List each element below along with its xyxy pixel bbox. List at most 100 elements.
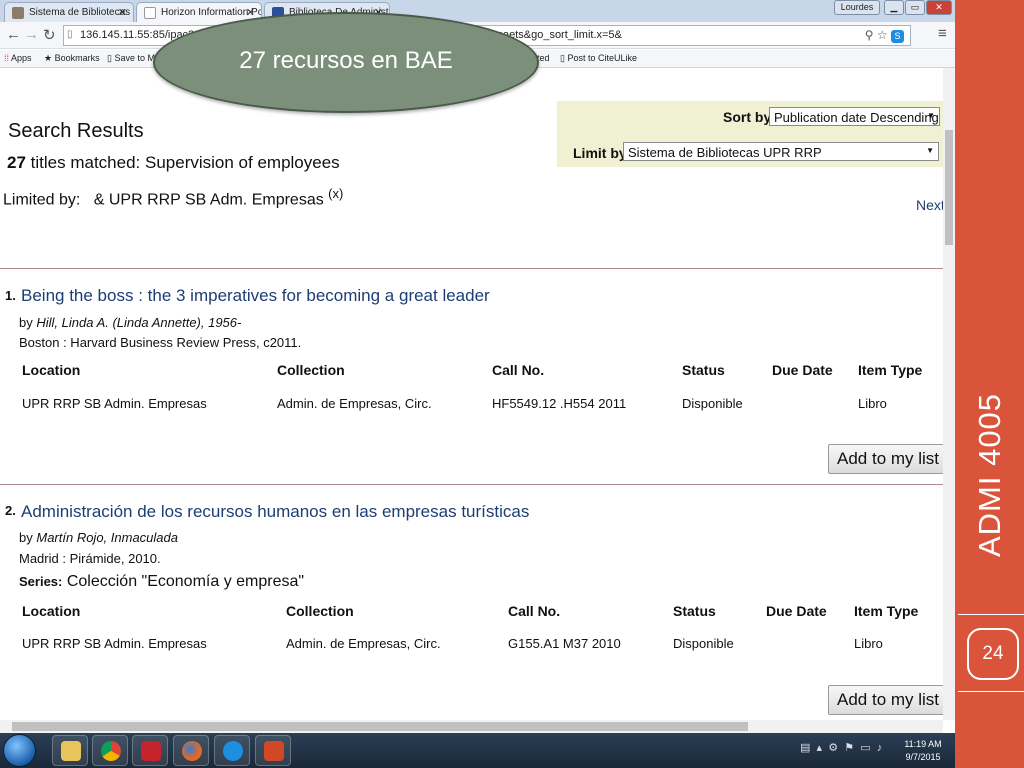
column-header-item-type: Item Type (858, 362, 923, 378)
bookmark-apps[interactable]: ⁞⁞ Apps (4, 53, 32, 63)
mendeley-icon (141, 741, 161, 761)
menu-icon[interactable]: ≡ (938, 25, 947, 42)
series-link[interactable]: Colección "Economía y empresa" (67, 573, 304, 590)
tab-strip: Sistema de Bibliotecas ✕ Horizon Informa… (0, 0, 955, 23)
reload-icon[interactable]: ↻ (43, 26, 56, 44)
skype-extension-icon[interactable]: S (891, 30, 904, 43)
maximize-button[interactable]: ▭ (905, 0, 925, 15)
taskbar-mendeley[interactable] (132, 735, 168, 766)
volume-icon[interactable]: ♪ (877, 742, 883, 754)
add-to-list-button[interactable]: Add to my list (828, 685, 949, 715)
profile-button[interactable]: Lourdes (834, 0, 880, 15)
taskbar-explorer[interactable] (52, 735, 88, 766)
windows-taskbar: ▤ ▴ ⚙ ⚑ ▭ ♪ 11:19 AM 9/7/2015 (0, 733, 955, 768)
sort-label: Sort by: (723, 109, 776, 125)
limited-by-value: & UPR RRP SB Adm. Empresas (93, 191, 324, 209)
matched-text: titles matched: (30, 153, 141, 172)
minimize-button[interactable]: ▁ (884, 0, 904, 15)
by-label: by (19, 315, 33, 330)
limit-select[interactable]: Sistema de Bibliotecas UPR RRP ▼ (623, 142, 939, 161)
profile-name: Lourdes (840, 2, 874, 12)
column-header-item-type: Item Type (854, 603, 919, 619)
cell-collection: Admin. de Empresas, Circ. (286, 636, 441, 651)
system-tray: ▤ ▴ ⚙ ⚑ ▭ ♪ (800, 741, 882, 754)
page-icon: ▯ (107, 53, 112, 63)
next-page-link[interactable]: Next (916, 197, 945, 213)
taskbar-skype[interactable] (214, 735, 250, 766)
bookmark-label: Apps (11, 53, 32, 63)
callout-text: 27 recursos en BAE (239, 46, 453, 74)
bookmark-bookmarks[interactable]: ★ Bookmarks (44, 53, 100, 64)
vertical-scroll-thumb[interactable] (945, 130, 953, 245)
result-divider (0, 268, 944, 269)
taskbar-clock[interactable]: 11:19 AM 9/7/2015 (898, 738, 948, 764)
column-header-status: Status (682, 362, 725, 378)
page-favicon-icon (12, 7, 24, 19)
column-header-location: Location (22, 362, 81, 378)
record-publisher: Boston : Harvard Business Review Press, … (19, 335, 302, 350)
bookmark-label: Post to CiteULike (567, 53, 637, 63)
close-window-button[interactable]: ✕ (926, 0, 952, 15)
record-author: by Hill, Linda A. (Linda Annette), 1956- (19, 315, 241, 330)
record-title-link[interactable]: Being the boss : the 3 imperatives for b… (21, 286, 490, 306)
display-icon[interactable]: ▭ (860, 742, 870, 754)
search-results-heading: Search Results (8, 120, 144, 142)
taskbar-firefox[interactable] (173, 735, 209, 766)
taskbar-powerpoint[interactable] (255, 735, 291, 766)
bookmark-citeulike[interactable]: ▯ Post to CiteULike (560, 53, 637, 64)
clock-date: 9/7/2015 (905, 752, 941, 762)
slide-title-text: ADMI 4005 (972, 392, 1008, 558)
result-divider (0, 484, 944, 485)
page-icon: ▯ (560, 53, 565, 63)
flag-icon[interactable]: ⚑ (844, 742, 854, 754)
horizontal-scroll-thumb[interactable] (12, 722, 748, 731)
series-label: Series: (19, 574, 63, 589)
column-header-call-no: Call No. (492, 362, 545, 378)
keyboard-icon[interactable]: ▤ (800, 742, 810, 754)
cell-item-type: Libro (858, 396, 887, 411)
apps-grid-icon: ⁞⁞ (4, 53, 10, 63)
record-publisher: Madrid : Pirámide, 2010. (19, 551, 161, 566)
dropdown-arrow-icon: ▼ (926, 146, 934, 155)
skype-icon (223, 741, 243, 761)
back-arrow-icon[interactable]: ← (6, 26, 21, 43)
match-count: 27 (7, 153, 26, 172)
tab-sistema-bibliotecas[interactable]: Sistema de Bibliotecas ✕ (4, 2, 134, 22)
bookmark-star-icon[interactable]: ☆ (877, 28, 888, 42)
column-header-due-date: Due Date (772, 362, 833, 378)
start-button-windows-icon[interactable] (3, 734, 36, 767)
column-header-status: Status (673, 603, 716, 619)
cell-location: UPR RRP SB Admin. Empresas (22, 636, 207, 651)
firefox-icon (182, 741, 202, 761)
tab-label: Sistema de Bibliotecas (29, 7, 131, 18)
author-link[interactable]: Hill, Linda A. (Linda Annette), 1956- (36, 315, 241, 330)
bookmark-save-to[interactable]: ▯ Save to M (107, 53, 155, 64)
cell-location: UPR RRP SB Admin. Empresas (22, 396, 207, 411)
dropdown-arrow-icon: ▼ (927, 111, 935, 120)
match-summary: 27 titles matched: Supervision of employ… (7, 153, 340, 173)
record-series: Series: Colección "Economía y empresa" (19, 573, 304, 591)
slide-number: 24 (967, 628, 1019, 680)
author-link[interactable]: Martín Rojo, Inmaculada (36, 530, 178, 545)
zoom-icon[interactable]: ⚲ (865, 28, 874, 42)
cell-item-type: Libro (854, 636, 883, 651)
record-title-link[interactable]: Administración de los recursos humanos e… (21, 502, 529, 522)
by-label: by (19, 530, 33, 545)
add-to-list-button[interactable]: Add to my list (828, 444, 949, 474)
query-text: Supervision of employees (145, 153, 340, 172)
callout-ellipse: 27 recursos en BAE (153, 12, 539, 113)
sort-select[interactable]: Publication date Descending ▼ (769, 107, 940, 126)
record-number: 2. (5, 503, 16, 518)
record-number: 1. (5, 288, 16, 303)
limit-select-value: Sistema de Bibliotecas UPR RRP (628, 145, 822, 160)
bookmark-label: Save to M (114, 53, 155, 63)
show-hidden-icons-icon[interactable]: ▴ (817, 742, 823, 754)
remove-limit-link[interactable]: (x) (328, 186, 343, 201)
close-tab-icon[interactable]: ✕ (118, 6, 127, 19)
cell-collection: Admin. de Empresas, Circ. (277, 396, 432, 411)
forward-arrow-icon[interactable]: → (24, 26, 39, 43)
page-favicon-icon (144, 7, 156, 19)
column-header-due-date: Due Date (766, 603, 827, 619)
network-icon[interactable]: ⚙ (828, 742, 838, 754)
taskbar-chrome[interactable] (92, 735, 128, 766)
